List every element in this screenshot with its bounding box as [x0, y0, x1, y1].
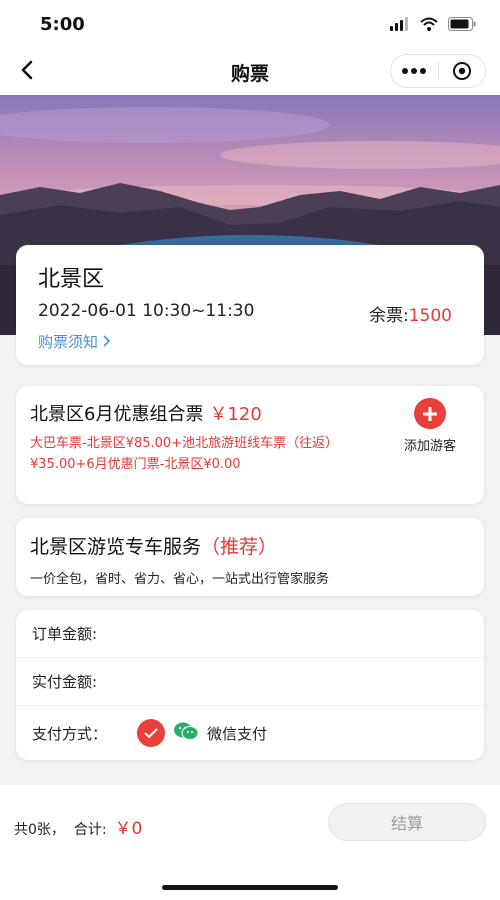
bottom-checkout-bar: 共0张， 合计: ￥0 结算	[0, 785, 500, 900]
plus-icon	[414, 398, 446, 429]
more-icon[interactable]	[391, 54, 438, 88]
scenic-info-card: 北景区 2022-06-01 10:30~11:30 余票:1500 购票须知	[16, 245, 484, 365]
add-visitor-button[interactable]: 添加游客	[390, 398, 470, 454]
payment-method-row: 支付方式： 微信支付	[16, 706, 484, 760]
payment-card: 订单金额: 实付金额: 支付方式： 微信支付	[16, 610, 484, 760]
total-amount: ￥0	[114, 819, 143, 839]
purchase-notice-label: 购票须知	[38, 333, 99, 351]
status-icons	[390, 16, 476, 35]
recommend-tag: （推荐）	[201, 536, 278, 558]
service-title: 北景区游览专车服务（推荐）	[30, 532, 277, 559]
add-visitor-label: 添加游客	[403, 439, 456, 454]
order-summary: 共0张， 合计: ￥0	[14, 814, 142, 839]
wechat-pay-option[interactable]: 微信支付	[137, 719, 267, 747]
total-label: 合计:	[73, 822, 107, 838]
target-icon[interactable]	[438, 54, 485, 88]
order-amount-row: 订单金额:	[16, 610, 484, 658]
ticket-description: 大巴车票-北景区¥85.00+池北旅游班线车票（往返）¥35.00+6月优惠门票…	[30, 436, 339, 472]
wifi-icon	[420, 16, 438, 35]
actual-amount-row: 实付金额:	[16, 658, 484, 706]
visit-time: 2022-06-01 10:30~11:30	[38, 301, 255, 321]
wechat-icon	[173, 721, 199, 745]
mini-program-capsule	[390, 54, 486, 88]
remaining-tickets: 余票:1500	[369, 301, 452, 326]
remaining-label: 余票:	[369, 306, 409, 326]
shuttle-service-card[interactable]: 北景区游览专车服务（推荐） 一价全包，省时、省力、省心，一站式出行管家服务	[16, 518, 484, 596]
ticket-title: 北景区6月优惠组合票 ￥120	[30, 400, 262, 426]
ticket-count: 共0张，	[14, 822, 65, 838]
status-time: 5:00	[40, 14, 85, 35]
signal-icon	[390, 16, 410, 35]
check-icon[interactable]	[137, 719, 166, 747]
service-description: 一价全包，省时、省力、省心，一站式出行管家服务	[30, 572, 330, 587]
remaining-value: 1500	[408, 306, 452, 326]
chevron-right-icon	[102, 333, 112, 351]
ticket-price: ￥120	[209, 404, 262, 425]
home-indicator	[162, 885, 338, 890]
payment-method-label: 支付方式：	[32, 724, 108, 743]
battery-icon	[448, 16, 476, 35]
ticket-name: 北景区6月优惠组合票	[30, 404, 204, 425]
wechat-pay-label: 微信支付	[207, 724, 268, 743]
nav-bar: 购票	[0, 48, 500, 95]
scenic-name: 北景区	[38, 267, 105, 292]
checkout-button[interactable]: 结算	[328, 803, 486, 841]
actual-amount-label: 实付金额:	[32, 673, 98, 691]
top-bar: 5:00 购票	[0, 0, 500, 95]
ticket-package-card: 北景区6月优惠组合票 ￥120 大巴车票-北景区¥85.00+池北旅游班线车票（往…	[16, 386, 484, 504]
order-amount-label: 订单金额:	[32, 625, 98, 643]
service-name: 北景区游览专车服务	[30, 536, 202, 558]
purchase-notice-link[interactable]: 购票须知	[38, 331, 112, 352]
status-bar: 5:00	[0, 0, 500, 48]
